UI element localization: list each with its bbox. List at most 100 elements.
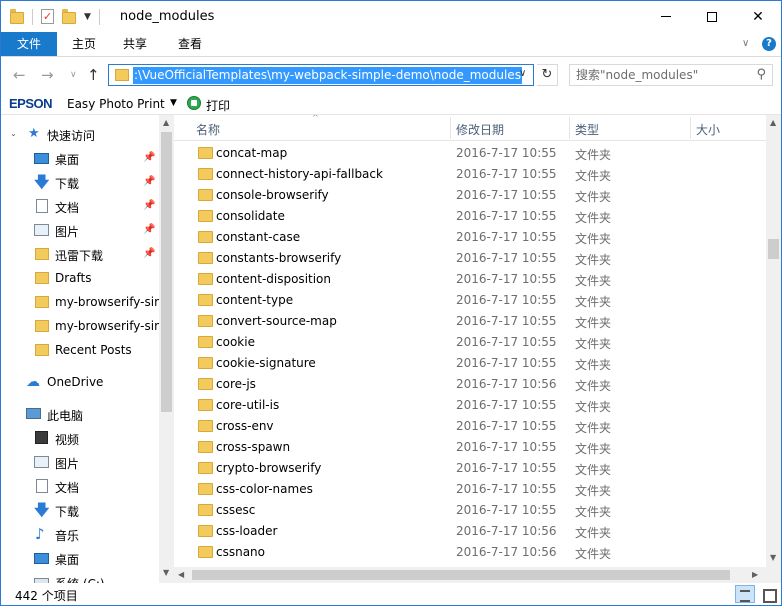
new-folder-icon[interactable]	[62, 8, 76, 24]
scroll-thumb[interactable]	[768, 239, 779, 259]
scroll-up-icon[interactable]: ▲	[770, 118, 776, 127]
nav-item-recent-posts[interactable]: Recent Posts	[1, 339, 159, 361]
search-icon[interactable]: ⚲	[756, 67, 766, 82]
file-row[interactable]: crypto-browserify 2016-7-17 10:55 文件夹	[174, 458, 766, 479]
back-arrow-icon[interactable]: ←	[13, 66, 26, 84]
easy-photo-print-dropdown-icon[interactable]: ▼	[170, 98, 177, 108]
print-button[interactable]: 打印	[206, 97, 230, 114]
search-input[interactable]	[576, 65, 746, 85]
file-name: constant-case	[216, 230, 301, 244]
file-list-vertical-scrollbar[interactable]: ▲ ▼	[766, 115, 781, 567]
help-icon[interactable]: ?	[762, 37, 776, 51]
scroll-left-icon[interactable]: ◀	[178, 570, 184, 579]
tab-view[interactable]: 查看	[169, 32, 211, 56]
nav-onedrive[interactable]: ☁ OneDrive	[1, 371, 159, 393]
nav-pc-documents[interactable]: 文档	[1, 475, 159, 497]
file-type: 文件夹	[575, 190, 612, 204]
maximize-button[interactable]	[689, 1, 735, 32]
pin-icon[interactable]: 📌	[143, 152, 155, 163]
pin-icon[interactable]: 📌	[143, 248, 155, 259]
scroll-down-icon[interactable]: ▼	[163, 568, 169, 577]
refresh-button[interactable]: ↻	[537, 64, 558, 86]
forward-arrow-icon[interactable]: →	[41, 66, 54, 84]
recent-locations-chevron-icon[interactable]: ∨	[70, 70, 77, 80]
file-row[interactable]: core-js 2016-7-17 10:56 文件夹	[174, 374, 766, 395]
nav-pc-music[interactable]: ♪ 音乐	[1, 523, 159, 545]
tab-share[interactable]: 共享	[114, 32, 156, 56]
file-row[interactable]: core-util-is 2016-7-17 10:55 文件夹	[174, 395, 766, 416]
column-divider[interactable]	[569, 117, 570, 139]
column-divider[interactable]	[450, 117, 451, 139]
file-row[interactable]: css-loader 2016-7-17 10:56 文件夹	[174, 521, 766, 542]
column-divider[interactable]	[690, 117, 691, 139]
file-row[interactable]: cssnano 2016-7-17 10:56 文件夹	[174, 542, 766, 563]
expand-ribbon-chevron-icon[interactable]: ∨	[742, 38, 749, 49]
scroll-thumb[interactable]	[161, 132, 172, 412]
nav-item-downloads[interactable]: 🡇 下载 📌	[1, 171, 159, 193]
file-row[interactable]: connect-history-api-fallback 2016-7-17 1…	[174, 164, 766, 185]
nav-item-my-browserify-2[interactable]: my-browserify-sir	[1, 315, 159, 337]
customize-toolbar-chevron-icon[interactable]: ▼	[84, 12, 91, 22]
nav-item-drafts[interactable]: Drafts	[1, 267, 159, 289]
file-row[interactable]: content-disposition 2016-7-17 10:55 文件夹	[174, 269, 766, 290]
scroll-right-icon[interactable]: ▶	[752, 570, 758, 579]
pin-icon[interactable]: 📌	[143, 176, 155, 187]
pin-icon[interactable]: 📌	[143, 224, 155, 235]
details-view-icon[interactable]	[735, 585, 755, 603]
file-row[interactable]: cookie-signature 2016-7-17 10:55 文件夹	[174, 353, 766, 374]
nav-item-pictures[interactable]: 图片 📌	[1, 219, 159, 241]
large-icons-view-icon[interactable]	[759, 585, 777, 603]
nav-item-xunlei[interactable]: 迅雷下载 📌	[1, 243, 159, 265]
nav-item-desktop[interactable]: 桌面 📌	[1, 147, 159, 169]
file-name: content-type	[216, 293, 294, 307]
nav-this-pc[interactable]: 此电脑	[1, 403, 159, 425]
file-list: ^ 名称 修改日期 类型 大小 concat-map 2016-7-17 10:…	[174, 115, 766, 567]
file-row[interactable]: console-browserify 2016-7-17 10:55 文件夹	[174, 185, 766, 206]
easy-photo-print-button[interactable]: Easy Photo Print	[67, 97, 165, 111]
scroll-thumb[interactable]	[192, 570, 730, 580]
print-icon[interactable]	[187, 96, 201, 110]
nav-item-documents[interactable]: 文档 📌	[1, 195, 159, 217]
nav-pc-desktop[interactable]: 桌面	[1, 547, 159, 569]
nav-pc-drive-c[interactable]: 系统 (C:)	[1, 571, 159, 583]
pin-icon[interactable]: 📌	[143, 200, 155, 211]
column-name[interactable]: 名称	[196, 121, 220, 138]
file-list-horizontal-scrollbar[interactable]: ◀ ▶	[174, 567, 766, 583]
address-path[interactable]: :\VueOfficialTemplates\my-webpack-simple…	[133, 67, 522, 84]
file-row[interactable]: content-type 2016-7-17 10:55 文件夹	[174, 290, 766, 311]
column-type[interactable]: 类型	[575, 121, 599, 138]
file-row[interactable]: cookie 2016-7-17 10:55 文件夹	[174, 332, 766, 353]
nav-quick-access[interactable]: ⌄ ★ 快速访问	[1, 123, 159, 145]
search-box[interactable]: ⚲	[569, 64, 773, 86]
file-row[interactable]: constants-browserify 2016-7-17 10:55 文件夹	[174, 248, 766, 269]
nav-scrollbar[interactable]: ▲ ▼	[159, 115, 174, 583]
file-row[interactable]: consolidate 2016-7-17 10:55 文件夹	[174, 206, 766, 227]
file-date: 2016-7-17 10:55	[456, 146, 557, 160]
file-row[interactable]: cross-env 2016-7-17 10:55 文件夹	[174, 416, 766, 437]
nav-pc-downloads[interactable]: 🡇 下载	[1, 499, 159, 521]
properties-icon[interactable]: ✓	[41, 9, 54, 24]
collapse-chevron-icon[interactable]: ⌄	[10, 129, 17, 138]
column-date[interactable]: 修改日期	[456, 121, 504, 138]
nav-pc-videos[interactable]: 视频	[1, 427, 159, 449]
scroll-up-icon[interactable]: ▲	[163, 118, 169, 127]
file-row[interactable]: convert-source-map 2016-7-17 10:55 文件夹	[174, 311, 766, 332]
file-row[interactable]: concat-map 2016-7-17 10:55 文件夹	[174, 143, 766, 164]
nav-item-my-browserify-1[interactable]: my-browserify-sir	[1, 291, 159, 313]
folder-icon	[35, 320, 49, 332]
up-arrow-icon[interactable]: ↑	[87, 66, 100, 84]
file-row[interactable]: cssesc 2016-7-17 10:55 文件夹	[174, 500, 766, 521]
address-history-chevron-icon[interactable]: ∨	[519, 68, 526, 79]
close-button[interactable]: ✕	[735, 1, 781, 32]
tab-file[interactable]: 文件	[1, 32, 57, 56]
folder-icon	[198, 378, 213, 390]
tab-home[interactable]: 主页	[63, 32, 105, 56]
scroll-down-icon[interactable]: ▼	[770, 553, 776, 562]
file-row[interactable]: cross-spawn 2016-7-17 10:55 文件夹	[174, 437, 766, 458]
nav-pc-pictures[interactable]: 图片	[1, 451, 159, 473]
minimize-button[interactable]	[643, 1, 689, 32]
file-row[interactable]: constant-case 2016-7-17 10:55 文件夹	[174, 227, 766, 248]
file-row[interactable]: css-color-names 2016-7-17 10:55 文件夹	[174, 479, 766, 500]
column-size[interactable]: 大小	[696, 121, 720, 138]
address-bar[interactable]: :\VueOfficialTemplates\my-webpack-simple…	[108, 64, 534, 86]
